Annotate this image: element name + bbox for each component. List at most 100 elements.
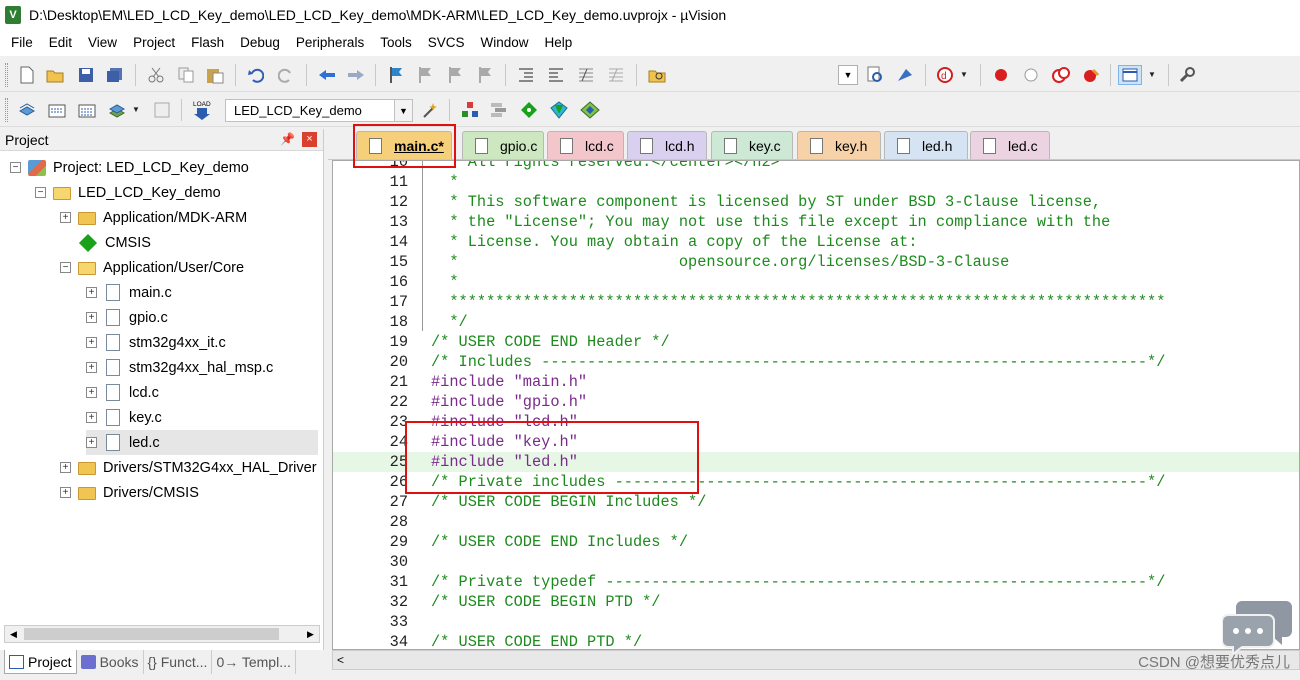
- unindent-icon[interactable]: [546, 65, 566, 85]
- menu-project[interactable]: Project: [125, 32, 183, 54]
- code-line[interactable]: 34 /* USER CODE END PTD */: [333, 632, 1299, 649]
- code-line[interactable]: 11 *: [333, 172, 1299, 192]
- tab-key-h[interactable]: key.h: [797, 131, 881, 159]
- code-line[interactable]: 30: [333, 552, 1299, 572]
- pack-installer-icon[interactable]: [549, 100, 569, 120]
- batch-build-icon[interactable]: [107, 100, 127, 120]
- tree-item-file[interactable]: + stm32g4xx_hal_msp.c: [86, 355, 273, 380]
- options-for-target-icon[interactable]: [421, 100, 441, 120]
- expand-toggle-icon[interactable]: +: [86, 287, 97, 298]
- tree-item-application-mdk-arm[interactable]: + Application/MDK-ARM: [60, 205, 247, 230]
- navigate-forward-icon[interactable]: [346, 65, 366, 85]
- indent-icon[interactable]: [516, 65, 536, 85]
- open-folder-icon[interactable]: [45, 65, 65, 85]
- close-panel-button[interactable]: ×: [302, 132, 317, 147]
- undo-icon[interactable]: [246, 65, 266, 85]
- rebuild-icon[interactable]: [77, 100, 97, 120]
- menu-svcs[interactable]: SVCS: [420, 32, 473, 54]
- code-line[interactable]: 22 #include "gpio.h": [333, 392, 1299, 412]
- chat-bubble-icon[interactable]: [1222, 597, 1294, 655]
- tab-lcd-c[interactable]: lcd.c: [547, 131, 624, 159]
- toolbar-grip[interactable]: [5, 98, 8, 122]
- window-layout-dropdown-arrow[interactable]: ▼: [1148, 65, 1157, 85]
- download-load-icon[interactable]: LOAD: [192, 98, 212, 122]
- stop-build-icon[interactable]: [152, 100, 172, 120]
- tab-books[interactable]: Books: [77, 650, 144, 674]
- tab-functions[interactable]: {} Funct...: [144, 650, 213, 674]
- code-line[interactable]: 10 * All rights reserved.</center></h2>: [333, 161, 1299, 172]
- expand-toggle-icon[interactable]: +: [60, 462, 71, 473]
- code-line[interactable]: 17 *************************************…: [333, 292, 1299, 312]
- code-line[interactable]: 19 /* USER CODE END Header */: [333, 332, 1299, 352]
- expand-toggle-icon[interactable]: +: [86, 337, 97, 348]
- toolbar-grip[interactable]: [5, 63, 8, 87]
- tree-item-application-user-core[interactable]: − Application/User/Core: [60, 255, 244, 280]
- select-packs-icon[interactable]: [489, 100, 509, 120]
- previous-bookmark-icon[interactable]: [415, 65, 435, 85]
- navigate-back-icon[interactable]: [317, 65, 337, 85]
- tab-lcd-h[interactable]: lcd.h: [627, 131, 707, 159]
- menu-peripherals[interactable]: Peripherals: [288, 32, 372, 54]
- menu-help[interactable]: Help: [537, 32, 581, 54]
- pin-icon[interactable]: 📌: [280, 132, 295, 146]
- tree-item-file[interactable]: + lcd.c: [86, 380, 159, 405]
- collapse-toggle-icon[interactable]: −: [60, 262, 71, 273]
- build-icon[interactable]: [47, 100, 67, 120]
- scroll-left-arrow-icon[interactable]: <: [337, 653, 344, 667]
- paste-icon[interactable]: [205, 65, 225, 85]
- tab-gpio-c[interactable]: gpio.c: [462, 131, 544, 159]
- insert-breakpoint-icon[interactable]: [991, 65, 1011, 85]
- menu-file[interactable]: File: [3, 32, 41, 54]
- batch-build-dropdown-arrow[interactable]: ▼: [132, 100, 141, 120]
- tree-item-drivers-hal[interactable]: + Drivers/STM32G4xx_HAL_Driver: [60, 455, 317, 480]
- scroll-left-arrow-icon[interactable]: ◀: [5, 626, 22, 642]
- expand-toggle-icon[interactable]: +: [86, 387, 97, 398]
- window-layout-icon[interactable]: [1118, 65, 1142, 85]
- find-in-files-icon[interactable]: [647, 65, 667, 85]
- debug-session-icon[interactable]: d: [935, 65, 955, 85]
- code-line[interactable]: 28: [333, 512, 1299, 532]
- code-line[interactable]: 13 * the "License"; You may not use this…: [333, 212, 1299, 232]
- software-packs-icon[interactable]: [580, 100, 600, 120]
- code-line[interactable]: 32 /* USER CODE BEGIN PTD */: [333, 592, 1299, 612]
- expand-toggle-icon[interactable]: +: [86, 437, 97, 448]
- enable-breakpoint-icon[interactable]: [1021, 65, 1041, 85]
- code-line[interactable]: 14 * License. You may obtain a copy of t…: [333, 232, 1299, 252]
- disable-all-breakpoints-icon[interactable]: [1051, 65, 1071, 85]
- tab-led-h[interactable]: led.h: [884, 131, 968, 159]
- expand-toggle-icon[interactable]: +: [86, 362, 97, 373]
- tree-item-file[interactable]: + stm32g4xx_it.c: [86, 330, 226, 355]
- debug-dropdown-arrow[interactable]: ▼: [960, 65, 969, 85]
- menu-window[interactable]: Window: [472, 32, 536, 54]
- tab-templates[interactable]: 0→ Templ...: [212, 650, 296, 674]
- collapse-toggle-icon[interactable]: −: [35, 187, 46, 198]
- expand-toggle-icon[interactable]: +: [86, 412, 97, 423]
- menu-debug[interactable]: Debug: [232, 32, 288, 54]
- scrollbar-thumb[interactable]: [24, 628, 279, 640]
- tree-item-file[interactable]: + gpio.c: [86, 305, 168, 330]
- code-line[interactable]: 33: [333, 612, 1299, 632]
- new-file-icon[interactable]: [17, 65, 37, 85]
- menu-tools[interactable]: Tools: [372, 32, 420, 54]
- code-line[interactable]: 29 /* USER CODE END Includes */: [333, 532, 1299, 552]
- tab-project[interactable]: Project: [4, 650, 77, 674]
- kill-all-breakpoints-icon[interactable]: [1081, 65, 1101, 85]
- manage-project-items-icon[interactable]: [460, 100, 480, 120]
- cut-icon[interactable]: [146, 65, 166, 85]
- tree-item-cmsis[interactable]: CMSIS: [78, 230, 151, 255]
- scroll-right-arrow-icon[interactable]: ▶: [302, 626, 319, 642]
- expand-toggle-icon[interactable]: +: [60, 212, 71, 223]
- translate-icon[interactable]: [17, 100, 37, 120]
- code-line[interactable]: 15 * opensource.org/licenses/BSD-3-Claus…: [333, 252, 1299, 272]
- code-line[interactable]: 18 */: [333, 312, 1299, 332]
- uncomment-icon[interactable]: [606, 65, 626, 85]
- expand-toggle-icon[interactable]: +: [86, 312, 97, 323]
- collapse-toggle-icon[interactable]: −: [10, 162, 21, 173]
- tree-item-file[interactable]: + main.c: [86, 280, 172, 305]
- code-line[interactable]: 31 /* Private typedef -------------------…: [333, 572, 1299, 592]
- code-line[interactable]: 21 #include "main.h": [333, 372, 1299, 392]
- save-icon[interactable]: [76, 65, 96, 85]
- redo-icon[interactable]: [276, 65, 296, 85]
- menu-edit[interactable]: Edit: [41, 32, 80, 54]
- project-horizontal-scrollbar[interactable]: ◀ ▶: [4, 625, 320, 643]
